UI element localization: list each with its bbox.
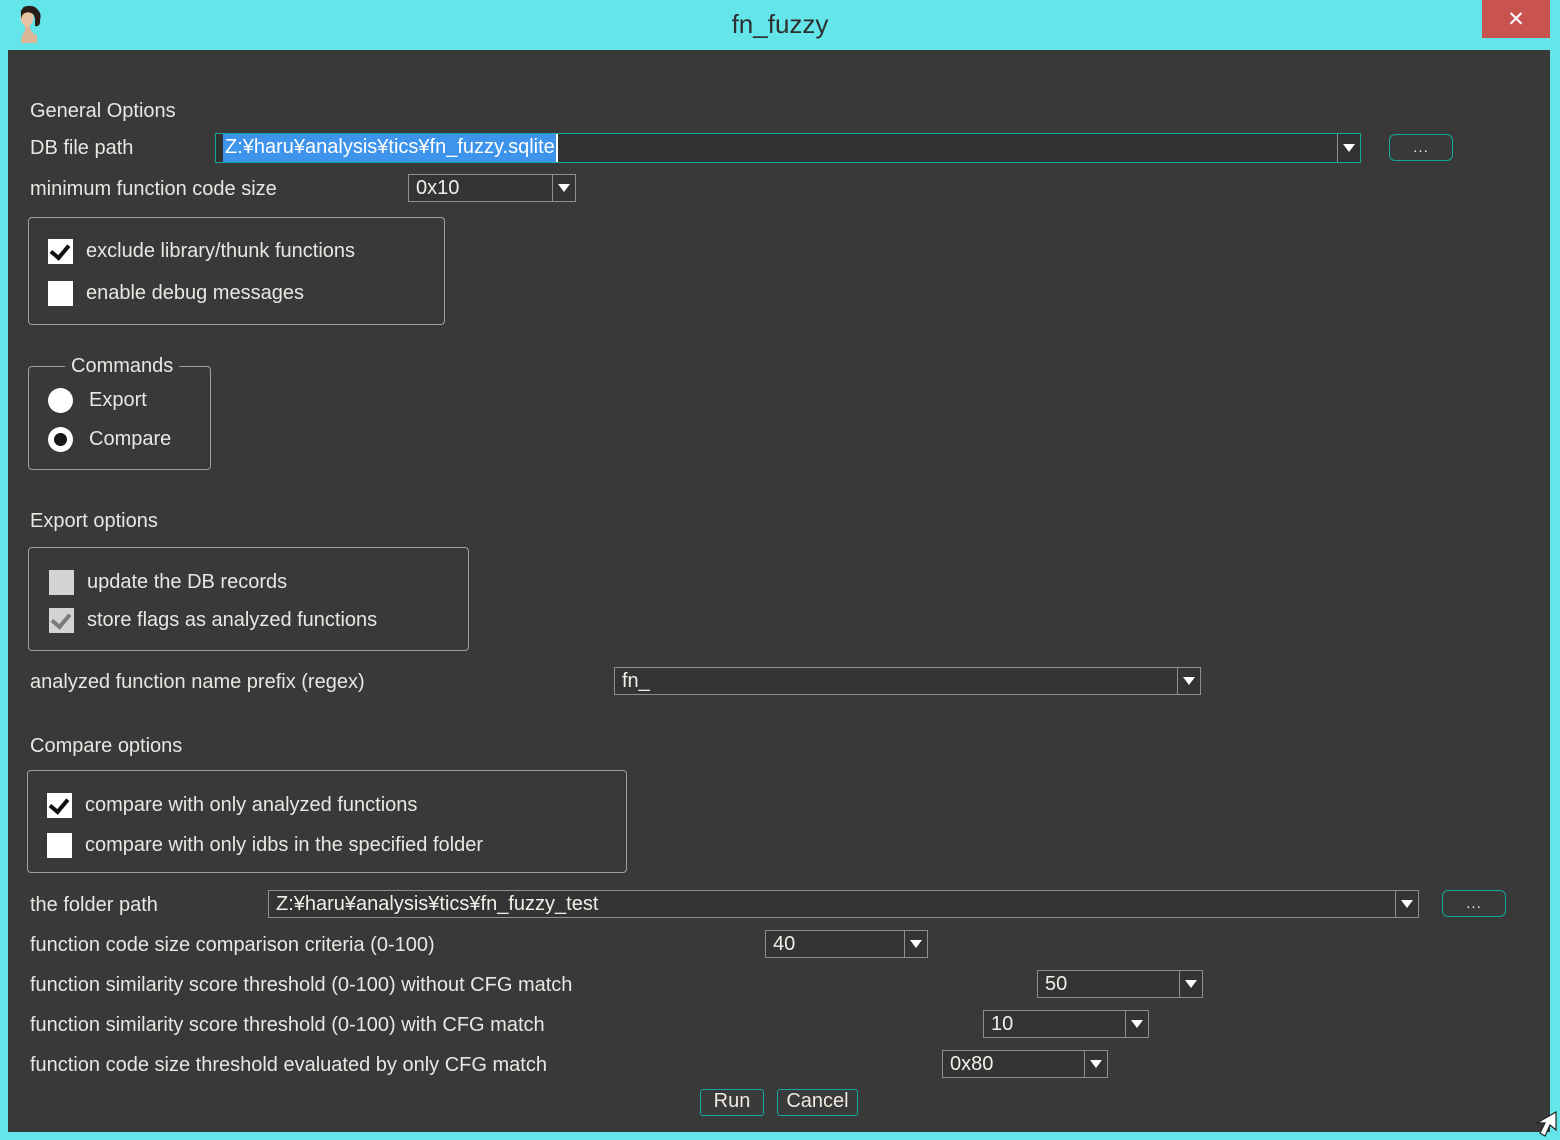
db-path-dropdown-button[interactable]: [1337, 134, 1360, 162]
similarity-with-cfg-select[interactable]: 10: [983, 1010, 1149, 1038]
code-size-criteria-value: 40: [773, 931, 901, 957]
code-size-threshold-cfg-dropdown-button[interactable]: [1084, 1051, 1107, 1077]
chevron-down-icon: [1343, 144, 1355, 152]
db-file-path-value: Z:¥haru¥analysis¥tics¥fn_fuzzy.sqlite: [223, 134, 1334, 162]
exclude-library-checkbox[interactable]: [48, 239, 73, 264]
compare-options-heading: Compare options: [30, 732, 182, 760]
commands-legend: Commands: [65, 353, 179, 379]
commands-group: Commands Export Compare: [28, 366, 211, 470]
export-options-group: update the DB records store flags as ana…: [28, 547, 469, 651]
folder-path-dropdown-button[interactable]: [1395, 891, 1418, 917]
code-size-threshold-cfg-select[interactable]: 0x80: [942, 1050, 1108, 1078]
similarity-with-cfg-label: function similarity score threshold (0-1…: [30, 1011, 545, 1039]
folder-path-browse-button[interactable]: ...: [1442, 890, 1506, 917]
update-db-records-checkbox[interactable]: [49, 570, 74, 595]
code-size-criteria-label: function code size comparison criteria (…: [30, 931, 435, 959]
similarity-with-cfg-value: 10: [991, 1011, 1122, 1037]
folder-path-label: the folder path: [30, 891, 158, 919]
close-icon: ✕: [1507, 9, 1525, 30]
general-checkbox-group: exclude library/thunk functions enable d…: [28, 217, 445, 325]
chevron-down-icon: [1183, 677, 1195, 685]
close-button[interactable]: ✕: [1482, 0, 1550, 38]
window-title: fn_fuzzy: [0, 0, 1560, 50]
enable-debug-checkbox[interactable]: [48, 281, 73, 306]
folder-path-value: Z:¥haru¥analysis¥tics¥fn_fuzzy_test: [276, 891, 1392, 917]
compare-options-group: compare with only analyzed functions com…: [27, 770, 627, 873]
prefix-regex-label: analyzed function name prefix (regex): [30, 668, 365, 696]
similarity-without-cfg-select[interactable]: 50: [1037, 970, 1203, 998]
chevron-down-icon: [1131, 1020, 1143, 1028]
store-flags-label: store flags as analyzed functions: [87, 606, 377, 634]
export-options-heading: Export options: [30, 507, 158, 535]
compare-idbs-folder-label: compare with only idbs in the specified …: [85, 831, 483, 859]
min-code-size-select[interactable]: 0x10: [408, 174, 576, 202]
code-size-threshold-cfg-value: 0x80: [950, 1051, 1081, 1077]
chevron-down-icon: [1090, 1060, 1102, 1068]
code-size-threshold-cfg-label: function code size threshold evaluated b…: [30, 1051, 547, 1079]
compare-analyzed-label: compare with only analyzed functions: [85, 791, 417, 819]
similarity-with-cfg-dropdown-button[interactable]: [1125, 1011, 1148, 1037]
code-size-criteria-dropdown-button[interactable]: [904, 931, 927, 957]
compare-radio-label: Compare: [89, 425, 171, 453]
similarity-without-cfg-value: 50: [1045, 971, 1176, 997]
db-file-path-input[interactable]: Z:¥haru¥analysis¥tics¥fn_fuzzy.sqlite: [215, 133, 1361, 163]
folder-path-input[interactable]: Z:¥haru¥analysis¥tics¥fn_fuzzy_test: [268, 890, 1419, 918]
similarity-without-cfg-dropdown-button[interactable]: [1179, 971, 1202, 997]
export-radio-label: Export: [89, 386, 147, 414]
enable-debug-label: enable debug messages: [86, 279, 304, 307]
titlebar: fn_fuzzy ✕: [0, 0, 1560, 50]
compare-idbs-folder-checkbox[interactable]: [47, 833, 72, 858]
chevron-down-icon: [910, 940, 922, 948]
update-db-records-label: update the DB records: [87, 568, 287, 596]
min-code-size-dropdown-button[interactable]: [552, 175, 575, 201]
store-flags-checkbox[interactable]: [49, 608, 74, 633]
chevron-down-icon: [1185, 980, 1197, 988]
exclude-library-label: exclude library/thunk functions: [86, 237, 355, 265]
export-radio[interactable]: [48, 388, 73, 413]
prefix-regex-dropdown-button[interactable]: [1177, 668, 1200, 694]
db-file-path-label: DB file path: [30, 134, 133, 162]
min-code-size-value: 0x10: [416, 175, 549, 201]
min-code-size-label: minimum function code size: [30, 175, 277, 203]
cancel-button[interactable]: Cancel: [777, 1089, 858, 1116]
prefix-regex-input[interactable]: fn_: [614, 667, 1201, 695]
compare-radio[interactable]: [48, 427, 73, 452]
compare-analyzed-checkbox[interactable]: [47, 793, 72, 818]
code-size-criteria-select[interactable]: 40: [765, 930, 928, 958]
db-path-browse-button[interactable]: ...: [1389, 134, 1453, 161]
dialog-body: General Options DB file path Z:¥haru¥ana…: [8, 50, 1550, 1132]
similarity-without-cfg-label: function similarity score threshold (0-1…: [30, 971, 572, 999]
general-options-heading: General Options: [30, 97, 176, 125]
run-button[interactable]: Run: [700, 1089, 764, 1116]
prefix-regex-value: fn_: [622, 668, 1174, 694]
chevron-down-icon: [1401, 900, 1413, 908]
chevron-down-icon: [558, 184, 570, 192]
